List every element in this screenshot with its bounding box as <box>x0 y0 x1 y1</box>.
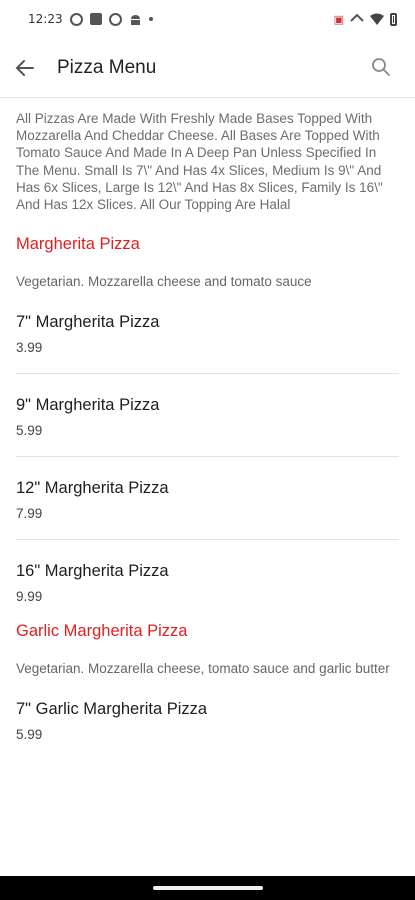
item-name: 7" Margherita Pizza <box>16 313 160 332</box>
item-price: 5.99 <box>16 423 43 439</box>
system-nav-bar <box>0 876 415 900</box>
item-price: 5.99 <box>16 727 43 743</box>
app-bar: Pizza Menu <box>0 38 415 98</box>
status-bar: 12:23 ▣ <box>0 0 415 38</box>
status-left: 12:23 <box>28 12 153 26</box>
item-price: 7.99 <box>16 506 43 522</box>
settings-icon <box>69 12 83 26</box>
wifi-icon <box>370 13 384 25</box>
menu-item[interactable]: 16" Margherita Pizza 9.99 <box>16 540 399 622</box>
android-icon <box>129 13 142 26</box>
status-time: 12:23 <box>28 12 63 26</box>
menu-section: Garlic Margherita Pizza Vegetarian. Mozz… <box>16 622 399 760</box>
no-sim-icon: ▣ <box>333 12 344 26</box>
menu-item[interactable]: 12" Margherita Pizza 7.99 <box>16 457 399 541</box>
item-price: 3.99 <box>16 340 43 356</box>
menu-item[interactable]: 9" Margherita Pizza 5.99 <box>16 374 399 458</box>
sync-icon <box>108 12 122 26</box>
menu-item[interactable]: 7" Margherita Pizza 3.99 <box>16 291 399 375</box>
menu-item[interactable]: 7" Garlic Margherita Pizza 5.99 <box>16 678 399 760</box>
home-indicator[interactable] <box>152 886 263 890</box>
status-right: ▣ <box>334 12 397 26</box>
item-name: 9" Margherita Pizza <box>16 396 160 415</box>
data-icon <box>350 12 364 26</box>
section-title: Garlic Margherita Pizza <box>16 622 188 641</box>
battery-icon <box>390 12 397 26</box>
search-icon <box>372 58 390 76</box>
back-button[interactable] <box>15 58 35 78</box>
item-price: 9.99 <box>16 589 43 605</box>
menu-content[interactable]: All Pizzas Are Made With Freshly Made Ba… <box>0 98 415 876</box>
square-app-icon <box>89 13 102 25</box>
section-description: Vegetarian. Mozzarella cheese and tomato… <box>16 274 312 290</box>
item-name: 16" Margherita Pizza <box>16 562 169 581</box>
menu-section: Margherita Pizza Vegetarian. Mozzarella … <box>16 235 399 622</box>
item-name: 12" Margherita Pizza <box>16 479 169 498</box>
search-button[interactable] <box>371 57 391 77</box>
arrow-left-icon <box>15 59 34 76</box>
dot-icon <box>148 17 153 21</box>
item-name: 7" Garlic Margherita Pizza <box>16 700 208 719</box>
page-title: Pizza Menu <box>57 56 157 78</box>
section-description: Vegetarian. Mozzarella cheese, tomato sa… <box>16 661 390 677</box>
section-title: Margherita Pizza <box>16 235 140 254</box>
menu-intro-text: All Pizzas Are Made With Freshly Made Ba… <box>16 111 383 213</box>
